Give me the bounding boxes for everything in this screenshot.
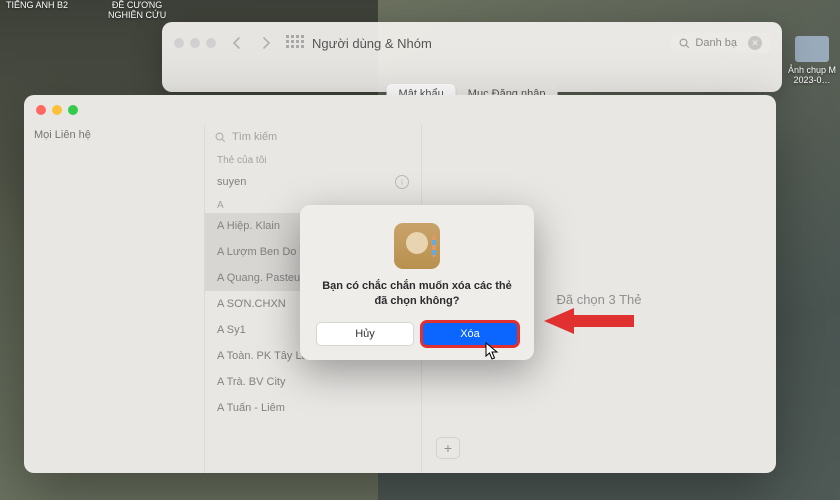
clear-search-icon[interactable]: ✕ [748, 36, 762, 50]
system-preferences-window: Người dùng & Nhóm Danh bạ ✕ Mật khẩu Mục… [162, 22, 782, 92]
search-value: Danh bạ [695, 37, 737, 49]
forward-button[interactable] [256, 33, 276, 53]
dialog-message: Bạn có chắc chắn muốn xóa các thẻ đã chọ… [316, 279, 518, 310]
window-controls[interactable] [174, 38, 216, 48]
list-item[interactable]: A Trà. BV City [205, 369, 421, 395]
selection-status: Đã chọn 3 Thẻ [556, 292, 641, 307]
info-icon: i [395, 175, 409, 189]
cancel-button[interactable]: Hủy [316, 322, 414, 346]
delete-button[interactable]: Xóa [422, 322, 518, 346]
desktop-folder[interactable]: TIẾNG ANH B2 [6, 0, 68, 10]
contacts-sidebar: Mọi Liên hệ [24, 125, 204, 473]
confirm-delete-dialog: Bạn có chắc chắn muốn xóa các thẻ đã chọ… [300, 205, 534, 360]
contacts-app-icon [394, 223, 440, 269]
add-contact-button[interactable]: + [436, 437, 460, 459]
sidebar-item-all[interactable]: Mọi Liên hệ [34, 129, 194, 141]
list-item[interactable]: A Tuấn - Liêm [205, 395, 421, 421]
file-thumb-icon [795, 36, 829, 62]
search-field[interactable]: Danh bạ ✕ [671, 33, 770, 53]
section-label: Thẻ của tôi [205, 149, 421, 168]
desktop-folder[interactable]: ĐỀ CƯƠNG NGHIÊN CỨU [108, 0, 166, 20]
back-button[interactable] [226, 33, 246, 53]
annotation-arrow [544, 308, 634, 339]
search-icon [215, 132, 226, 143]
window-controls[interactable] [36, 105, 78, 115]
desktop-screenshot[interactable]: Ảnh chụp M 2023-0… [788, 36, 836, 85]
plus-icon: + [444, 440, 452, 456]
show-all-icon[interactable] [286, 35, 302, 51]
contacts-search[interactable]: Tìm kiếm [205, 125, 421, 149]
list-item-mycard[interactable]: suyeni [205, 168, 421, 196]
window-title: Người dùng & Nhóm [312, 36, 432, 51]
cursor-icon [485, 342, 499, 365]
search-icon [679, 38, 690, 49]
